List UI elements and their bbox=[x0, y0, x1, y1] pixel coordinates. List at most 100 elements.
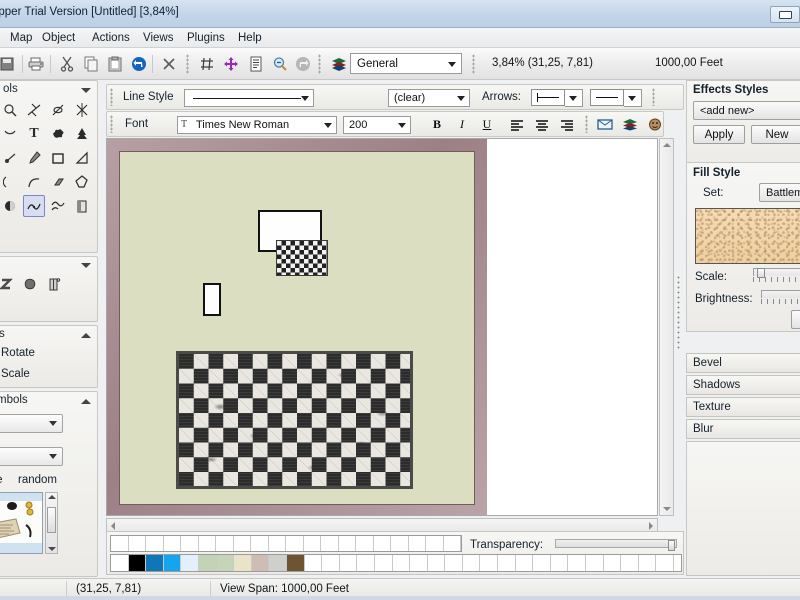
paste-icon[interactable] bbox=[104, 53, 126, 75]
palette-swatch[interactable] bbox=[410, 555, 428, 571]
menu-item-actions[interactable]: Actions bbox=[86, 31, 136, 46]
arrow-end-preview[interactable] bbox=[590, 89, 624, 106]
palette-swatch[interactable] bbox=[392, 555, 411, 571]
font-family-select[interactable]: T Times New Roman bbox=[177, 116, 337, 134]
palette-swatch[interactable] bbox=[233, 536, 251, 551]
font-size-select[interactable]: 200 bbox=[343, 116, 411, 134]
symbol-browser[interactable] bbox=[0, 492, 43, 554]
palette-swatch[interactable] bbox=[146, 536, 164, 551]
palette-swatch[interactable] bbox=[356, 536, 374, 551]
symbol-browser-scrollbar[interactable] bbox=[45, 492, 58, 554]
palette-swatch[interactable] bbox=[322, 555, 340, 571]
palette-swatch[interactable] bbox=[515, 555, 534, 571]
symbol-subcategory-select[interactable] bbox=[0, 447, 63, 466]
column-tool[interactable] bbox=[43, 273, 65, 295]
palette-swatch[interactable] bbox=[638, 555, 657, 571]
brush-tool[interactable] bbox=[23, 147, 45, 169]
palette-swatch[interactable] bbox=[111, 536, 129, 551]
section-shadows[interactable]: Shadows bbox=[686, 375, 800, 395]
endpoint-tool[interactable] bbox=[23, 99, 45, 121]
align-left-icon[interactable] bbox=[507, 115, 527, 134]
palette-swatch-cream[interactable] bbox=[234, 555, 252, 571]
menu-item-help[interactable]: Help bbox=[232, 31, 268, 46]
cut-icon[interactable] bbox=[56, 53, 78, 75]
symbol-category-select[interactable] bbox=[0, 414, 63, 433]
palette-swatch[interactable] bbox=[533, 555, 551, 571]
palette-row-bottom[interactable] bbox=[110, 554, 682, 572]
palette-swatch[interactable] bbox=[338, 536, 356, 551]
apply-button[interactable]: Apply bbox=[693, 125, 745, 144]
cross-tool[interactable] bbox=[71, 99, 93, 121]
delete-icon[interactable] bbox=[158, 53, 180, 75]
curve-tool[interactable] bbox=[23, 195, 45, 217]
node-tool[interactable] bbox=[0, 147, 21, 169]
scroll-up-icon[interactable] bbox=[47, 495, 56, 499]
scale-action[interactable]: Scale bbox=[1, 368, 30, 380]
palette-swatch[interactable] bbox=[198, 536, 216, 551]
scrollbar-thumb[interactable] bbox=[47, 507, 56, 533]
palette-swatch[interactable] bbox=[128, 536, 146, 551]
spline-tool[interactable] bbox=[47, 195, 69, 217]
palette-swatch[interactable] bbox=[373, 536, 391, 551]
scroll-left-icon[interactable] bbox=[111, 521, 115, 530]
scroll-right-icon[interactable] bbox=[649, 521, 653, 530]
rotate-action[interactable]: Rotate bbox=[1, 347, 35, 359]
palette-swatch[interactable] bbox=[603, 555, 622, 571]
palette-swatch[interactable] bbox=[550, 555, 569, 571]
line-style-grip-2[interactable] bbox=[652, 88, 655, 106]
menu-item-views[interactable]: Views bbox=[137, 31, 179, 46]
menu-item-plugins[interactable]: Plugins bbox=[181, 31, 231, 46]
toolbar-grip-1[interactable] bbox=[186, 54, 189, 74]
polygon-tool[interactable] bbox=[71, 171, 93, 193]
toolbar-grip-3[interactable] bbox=[472, 54, 475, 74]
triangle-tool[interactable] bbox=[71, 147, 93, 169]
scroll-down-icon[interactable] bbox=[47, 547, 56, 551]
palette-swatch-black[interactable] bbox=[128, 555, 147, 571]
palette-swatch[interactable] bbox=[586, 555, 604, 571]
chevron-up-icon[interactable] bbox=[81, 399, 91, 404]
scale-slider[interactable] bbox=[753, 268, 800, 278]
chevron-up-icon[interactable] bbox=[81, 333, 91, 338]
favorite-link[interactable]: avorite bbox=[0, 474, 3, 486]
palette-swatch[interactable] bbox=[391, 536, 409, 551]
menu-item-map[interactable]: Map bbox=[4, 31, 38, 46]
path-tool[interactable] bbox=[0, 195, 21, 217]
white-rectangle-small[interactable] bbox=[203, 283, 221, 316]
chevron-down-icon[interactable] bbox=[81, 263, 91, 268]
palette-swatch-blue-dark[interactable] bbox=[146, 555, 164, 571]
move-icon[interactable] bbox=[220, 53, 242, 75]
save-icon[interactable] bbox=[0, 53, 18, 75]
arrow-end-select[interactable] bbox=[624, 89, 642, 107]
section-bevel[interactable]: Bevel bbox=[686, 353, 800, 373]
line-style-select[interactable] bbox=[184, 89, 314, 107]
random-link[interactable]: random bbox=[18, 474, 57, 486]
palette-swatch-sage-2[interactable] bbox=[216, 555, 235, 571]
marble-checkerboard-floor[interactable] bbox=[176, 351, 413, 489]
section-texture[interactable]: Texture bbox=[686, 397, 800, 417]
layers-icon[interactable] bbox=[328, 53, 350, 75]
align-center-icon[interactable] bbox=[532, 115, 552, 134]
zoom-out-icon[interactable] bbox=[269, 53, 291, 75]
palette-swatch[interactable] bbox=[216, 536, 234, 551]
magnify-tool[interactable] bbox=[0, 99, 21, 121]
font-toolbar-grip[interactable] bbox=[110, 115, 113, 133]
properties-icon[interactable] bbox=[245, 53, 267, 75]
zigzag-wall-tool[interactable] bbox=[0, 273, 17, 295]
palette-swatch[interactable] bbox=[303, 536, 321, 551]
print-icon[interactable] bbox=[25, 53, 47, 75]
fill-style-select[interactable]: (clear) bbox=[388, 89, 470, 107]
arrow-start-preview[interactable] bbox=[531, 89, 565, 106]
section-blur[interactable]: Blur bbox=[686, 419, 800, 439]
parallelogram-tool[interactable] bbox=[47, 171, 69, 193]
undo-icon[interactable] bbox=[128, 53, 150, 75]
circle-tool[interactable] bbox=[0, 123, 21, 145]
fill-options-button[interactable] bbox=[791, 310, 800, 329]
palette-swatch[interactable] bbox=[462, 555, 481, 571]
palette-swatch[interactable] bbox=[163, 536, 181, 551]
palette-swatch[interactable] bbox=[268, 536, 286, 551]
offset-tool[interactable] bbox=[47, 99, 69, 121]
bold-button[interactable]: B bbox=[427, 115, 447, 134]
rectangle-tool[interactable] bbox=[47, 147, 69, 169]
palette-swatch[interactable] bbox=[321, 536, 339, 551]
line-style-grip[interactable] bbox=[110, 88, 113, 106]
